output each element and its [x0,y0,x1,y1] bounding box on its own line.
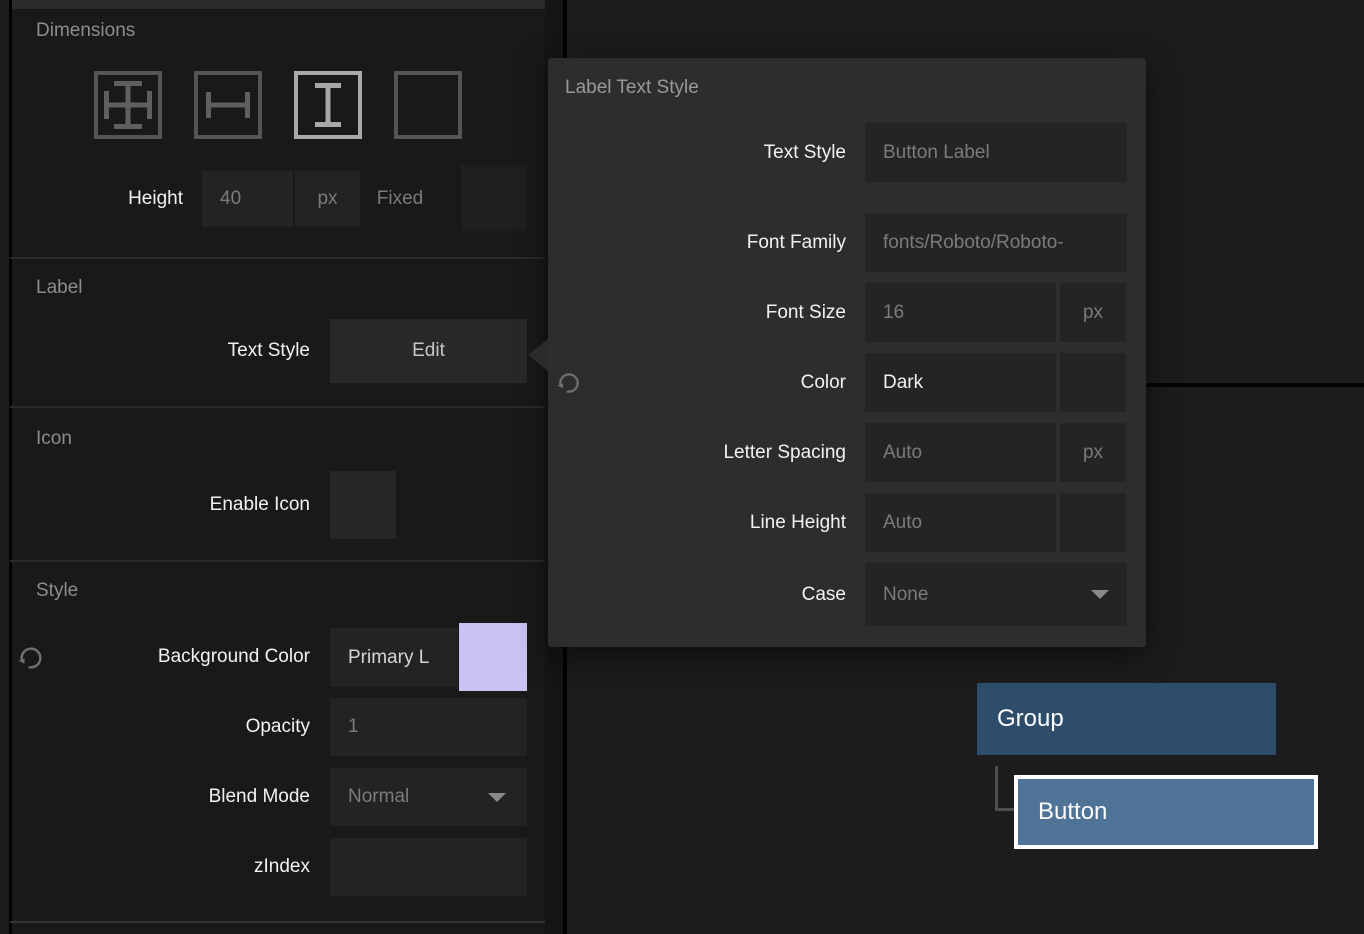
background-color-swatch[interactable] [459,623,527,691]
zindex-input[interactable] [330,838,527,896]
font-family-field[interactable]: fonts/Roboto/Roboto- [865,213,1127,272]
letter-spacing-value: Auto [883,442,922,464]
label-text-style-popup: Label Text Style Text Style Button Label… [548,58,1146,647]
section-divider [10,406,545,408]
font-size-input[interactable]: 16 [865,283,1056,342]
enable-icon-label: Enable Icon [0,473,310,537]
popup-tail [528,339,548,371]
background-color-value: Primary L [348,647,429,669]
blend-mode-value: Normal [348,786,409,808]
font-family-value: fonts/Roboto/Roboto- [883,232,1064,254]
enable-icon-checkbox[interactable] [330,471,396,539]
color-swatch[interactable] [1060,353,1126,412]
line-height-unit-selector[interactable] [1060,493,1126,552]
canvas-button-element[interactable]: Button [1014,775,1318,849]
case-dropdown[interactable]: None [865,563,1127,626]
sizing-none-icon [398,75,458,135]
opacity-label: Opacity [0,698,310,756]
fixed-label: Fixed [355,171,445,227]
group-element-label: Group [997,705,1064,733]
case-label: Case [548,563,846,626]
chevron-down-icon [1091,590,1109,599]
font-size-unit-selector[interactable]: px [1060,283,1126,342]
sizing-width-height-button[interactable] [94,71,162,139]
fixed-checkbox[interactable] [461,165,527,231]
opacity-input[interactable]: 1 [330,698,527,756]
popup-text-style-field[interactable]: Button Label [865,123,1127,182]
text-style-edit-button[interactable]: Edit [330,319,527,383]
color-field[interactable]: Dark [865,353,1056,412]
height-label: Height [0,171,183,227]
section-divider [10,257,545,259]
section-divider [10,921,545,923]
color-label: Color [548,353,846,412]
background-color-field[interactable]: Primary L [330,628,458,687]
sizing-width-button[interactable] [194,71,262,139]
canvas-edge-line [1146,383,1364,387]
opacity-value: 1 [348,716,359,738]
chevron-down-icon [488,793,506,802]
sizing-height-button[interactable] [294,71,362,139]
tree-connector-vertical [995,766,998,811]
case-value: None [883,584,928,606]
sizing-none-button[interactable] [394,71,462,139]
text-style-label: Text Style [0,319,310,383]
tree-connector-horizontal [995,808,1014,811]
blend-mode-dropdown[interactable]: Normal [330,768,527,826]
popup-title: Label Text Style [565,77,699,99]
letter-spacing-input[interactable]: Auto [865,423,1056,482]
sizing-width-icon [198,75,258,135]
sizing-height-icon [298,75,358,135]
background-color-label: Background Color [0,628,310,686]
style-section-title: Style [36,580,78,602]
zindex-label: zIndex [0,838,310,896]
panel-top-edge [12,0,545,9]
color-value: Dark [883,372,923,394]
dimensions-section-title: Dimensions [36,20,135,42]
height-unit-value: px [317,188,337,210]
blend-mode-label: Blend Mode [0,768,310,826]
edit-button-label: Edit [412,340,445,362]
font-size-label: Font Size [548,283,846,342]
popup-text-style-label: Text Style [548,123,846,182]
section-divider [10,560,545,562]
label-section-title: Label [36,277,83,299]
properties-panel: Dimensions Height [0,0,545,934]
popup-text-style-value: Button Label [883,142,990,164]
line-height-value: Auto [883,512,922,534]
letter-spacing-unit: px [1083,442,1103,464]
line-height-input[interactable]: Auto [865,493,1056,552]
font-size-value: 16 [883,302,904,324]
height-value: 40 [220,188,241,210]
letter-spacing-label: Letter Spacing [548,423,846,482]
font-family-label: Font Family [548,213,846,272]
sizing-width-height-icon [98,75,158,135]
canvas-group-element[interactable]: Group [977,683,1276,755]
height-input[interactable]: 40 [202,171,293,227]
height-unit-selector[interactable]: px [295,171,360,227]
line-height-label: Line Height [548,493,846,552]
button-element-label: Button [1038,798,1107,826]
letter-spacing-unit-selector[interactable]: px [1060,423,1126,482]
icon-section-title: Icon [36,428,72,450]
font-size-unit: px [1083,302,1103,324]
